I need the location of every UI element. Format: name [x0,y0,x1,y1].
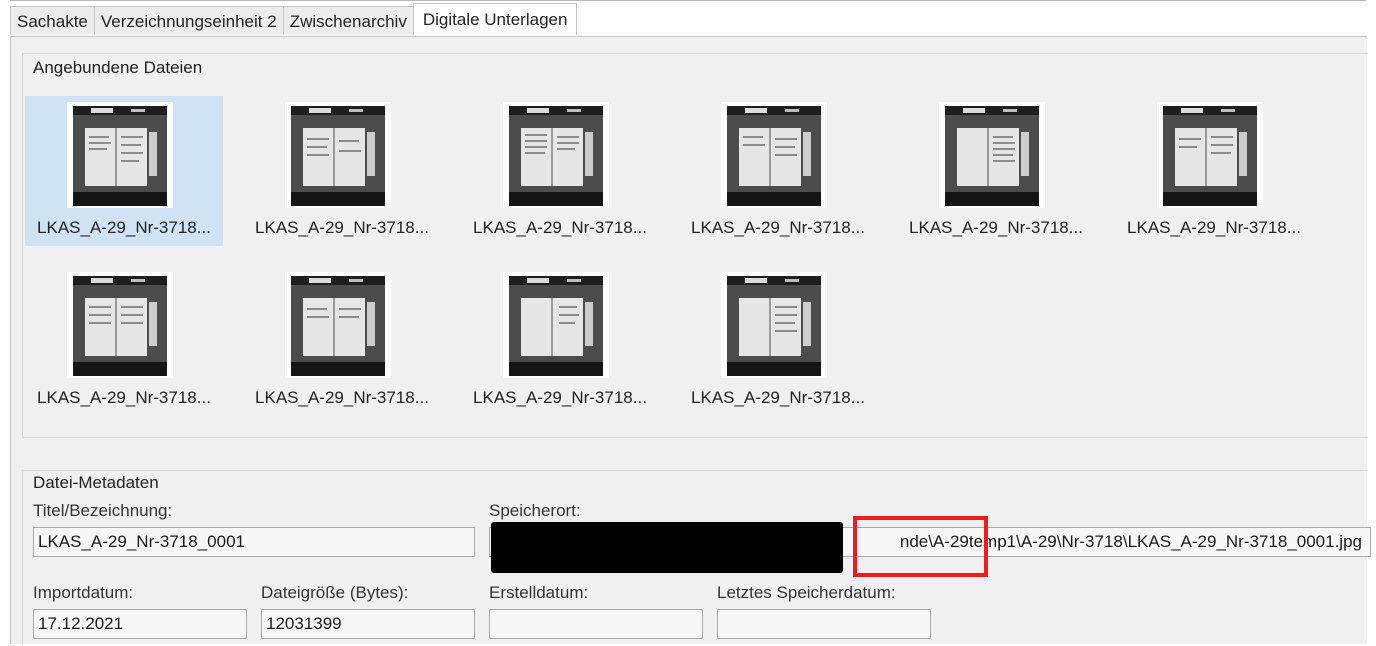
dateigroesse-field[interactable]: 12031399 [261,609,475,639]
erstelldatum-field[interactable] [489,609,703,639]
titel-field[interactable]: LKAS_A-29_Nr-3718_0001 [33,527,475,557]
file-caption: LKAS_A-29_Nr-3718... [255,388,429,407]
highlight-box [853,516,988,577]
speicherort-label: Speicherort: [489,501,581,520]
datei-metadaten-group: Datei-Metadaten Titel/Bezeichnung: LKAS_… [22,470,1371,646]
file-caption: LKAS_A-29_Nr-3718... [691,388,865,407]
angebundene-dateien-title: Angebundene Dateien [33,58,203,77]
speicherdatum-field[interactable] [717,609,931,639]
file-caption: LKAS_A-29_Nr-3718... [473,388,647,407]
tab-sachakte[interactable]: Sachakte [10,6,95,35]
file-thumbnail-2[interactable]: LKAS_A-29_Nr-3718... [243,96,441,246]
titel-label: Titel/Bezeichnung: [33,501,173,520]
tab-verzeichnungseinheit-2[interactable]: Verzeichnungseinheit 2 [93,6,284,35]
file-thumbnail-1[interactable]: LKAS_A-29_Nr-3718... [25,96,223,246]
document-scan-image [721,102,827,208]
document-scan-image [67,272,173,378]
tab-digitale-unterlagen[interactable]: Digitale Unterlagen [412,3,578,35]
document-scan-image [721,272,827,378]
file-thumbnail-8[interactable]: LKAS_A-29_Nr-3718... [243,266,441,416]
file-caption: LKAS_A-29_Nr-3718... [37,388,211,407]
digitale-unterlagen-panel: Angebundene Dateien LKAS_A-29_Nr-3718...… [10,36,1371,646]
document-scan-image [503,272,609,378]
file-caption: LKAS_A-29_Nr-3718... [37,218,211,237]
document-scan-image [503,102,609,208]
file-thumbnail-10[interactable]: LKAS_A-29_Nr-3718... [679,266,877,416]
speicherdatum-label: Letztes Speicherdatum: [717,583,896,602]
file-thumbnail-4[interactable]: LKAS_A-29_Nr-3718... [679,96,877,246]
file-caption: LKAS_A-29_Nr-3718... [1127,218,1301,237]
file-thumbnail-9[interactable]: LKAS_A-29_Nr-3718... [461,266,659,416]
importdatum-field[interactable]: 17.12.2021 [33,609,247,639]
erstelldatum-label: Erstelldatum: [489,583,589,602]
file-thumbnail-6[interactable]: LKAS_A-29_Nr-3718... [1115,96,1313,246]
document-scan-image [285,102,391,208]
document-scan-image [1157,102,1263,208]
file-thumbnail-3[interactable]: LKAS_A-29_Nr-3718... [461,96,659,246]
datei-metadaten-title: Datei-Metadaten [33,473,159,492]
redaction-box [491,522,843,573]
tab-zwischenarchiv[interactable]: Zwischenarchiv [282,6,414,35]
file-caption: LKAS_A-29_Nr-3718... [255,218,429,237]
tab-bar: Sachakte Verzeichnungseinheit 2 Zwischen… [10,3,578,36]
document-scan-image [939,102,1045,208]
file-caption: LKAS_A-29_Nr-3718... [909,218,1083,237]
document-scan-image [67,102,173,208]
document-scan-image [285,272,391,378]
dateigroesse-label: Dateigröße (Bytes): [261,583,409,602]
file-thumbnail-5[interactable]: LKAS_A-29_Nr-3718... [897,96,1095,246]
file-caption: LKAS_A-29_Nr-3718... [473,218,647,237]
importdatum-label: Importdatum: [33,583,134,602]
file-thumbnail-7[interactable]: LKAS_A-29_Nr-3718... [25,266,223,416]
file-caption: LKAS_A-29_Nr-3718... [691,218,865,237]
angebundene-dateien-group: Angebundene Dateien LKAS_A-29_Nr-3718...… [22,53,1368,438]
window-top-border [10,0,1366,5]
